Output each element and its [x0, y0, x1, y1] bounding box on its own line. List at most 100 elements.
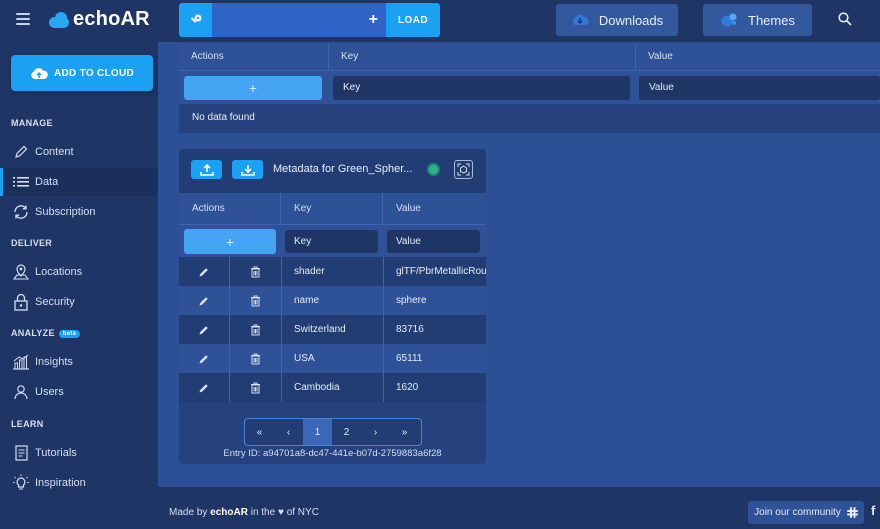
sidebar-item-inspiration[interactable]: Inspiration	[0, 469, 158, 497]
sidebar-item-security[interactable]: Security	[0, 288, 158, 316]
cell-divider	[383, 344, 384, 373]
value-input[interactable]: Value	[387, 230, 480, 253]
delete-button[interactable]	[230, 286, 281, 315]
table-header: Actions Key Value	[179, 193, 486, 224]
add-to-cloud-label: ADD TO CLOUD	[53, 67, 135, 79]
edit-button[interactable]	[179, 344, 229, 373]
downloads-button[interactable]: Downloads	[556, 4, 678, 36]
delete-button[interactable]	[230, 257, 281, 286]
page-1-button[interactable]: 1	[303, 419, 332, 445]
sidebar-item-users[interactable]: Users	[0, 378, 158, 406]
footer-credit: Made by echoAR in the ♥ of NYC	[169, 507, 319, 518]
sidebar-item-insights[interactable]: Insights	[0, 348, 158, 376]
value-input[interactable]: Value	[639, 76, 880, 100]
add-to-cloud-button[interactable]: ADD TO CLOUD	[11, 55, 153, 91]
entry-id: Entry ID: a94701a8-dc47-441e-b07d-275988…	[223, 448, 442, 459]
add-entry-row: + Key Value	[179, 224, 486, 257]
edit-button[interactable]	[179, 257, 229, 286]
pencil-icon	[199, 267, 208, 276]
key-icon	[190, 14, 201, 23]
add-entry-button[interactable]: +	[184, 229, 276, 254]
last-page-button[interactable]: »	[390, 419, 419, 445]
facebook-icon[interactable]: f	[871, 503, 875, 518]
row-key: USA	[294, 353, 315, 364]
cell-divider	[383, 315, 384, 344]
delete-button[interactable]	[230, 315, 281, 344]
footer-brand: echoAR	[210, 507, 248, 518]
cell-divider	[281, 373, 282, 402]
pencil-icon	[199, 354, 208, 363]
search-icon[interactable]	[838, 12, 852, 26]
load-button[interactable]: LOAD	[386, 3, 440, 37]
themes-button[interactable]: Themes	[703, 4, 812, 36]
cell-divider	[281, 257, 282, 286]
sidebar-item-label: Tutorials	[35, 447, 77, 459]
list-icon	[11, 173, 31, 191]
key-button[interactable]	[179, 3, 212, 37]
sidebar-item-subscription[interactable]: Subscription	[0, 198, 158, 226]
cell-divider	[281, 315, 282, 344]
sidebar-item-content[interactable]: Content	[0, 138, 158, 166]
delete-button[interactable]	[230, 344, 281, 373]
join-community-label: Join our community	[754, 507, 841, 518]
api-key-bar: + LOAD	[179, 3, 440, 37]
sidebar-item-label: Inspiration	[35, 477, 86, 489]
trash-icon	[251, 324, 260, 335]
section-analyze: ANALYZE beta	[11, 328, 81, 338]
sidebar-item-label: Locations	[35, 266, 83, 278]
sidebar-item-tutorials[interactable]: Tutorials	[0, 439, 158, 467]
first-page-button[interactable]: «	[245, 419, 274, 445]
footer-made-by: Made by	[169, 507, 208, 518]
table-row: shader glTF/PbrMetallicRou	[179, 257, 486, 286]
column-header-actions: Actions	[179, 193, 281, 224]
upload-icon	[199, 163, 214, 176]
edit-button[interactable]	[179, 373, 229, 402]
section-deliver: DELIVER	[11, 238, 53, 248]
sidebar-item-label: Content	[35, 146, 74, 158]
edit-button[interactable]	[179, 286, 229, 315]
row-value: sphere	[396, 295, 427, 306]
logo[interactable]: echoAR	[47, 8, 150, 31]
section-analyze-label: ANALYZE	[11, 328, 55, 338]
pencil-icon	[199, 383, 208, 392]
row-key: name	[294, 295, 320, 306]
cell-divider	[383, 286, 384, 315]
next-page-button[interactable]: ›	[361, 419, 390, 445]
download-button[interactable]	[232, 160, 263, 179]
add-key-icon[interactable]: +	[369, 11, 378, 29]
sidebar-item-label: Security	[35, 296, 75, 308]
previous-page-button[interactable]: ‹	[274, 419, 303, 445]
key-input[interactable]: Key	[333, 76, 630, 100]
logo-text: echoAR	[73, 8, 150, 30]
column-header-key: Key	[281, 193, 383, 224]
upload-button[interactable]	[191, 160, 222, 179]
top-header: echoAR + LOAD Downloads Themes	[0, 0, 880, 42]
delete-button[interactable]	[230, 373, 281, 402]
hamburger-menu-icon[interactable]	[16, 13, 30, 25]
card-header: Metadata for Green_Spher...	[179, 149, 486, 193]
section-learn: LEARN	[11, 419, 44, 429]
table-row: name sphere	[179, 286, 486, 315]
key-input[interactable]: Key	[285, 230, 378, 253]
cloud-download-icon	[572, 14, 589, 25]
table-row: USA 65111	[179, 344, 486, 373]
add-entry-button[interactable]: +	[184, 76, 322, 100]
empty-state-text: No data found	[192, 112, 255, 123]
column-header-value: Value	[648, 51, 673, 62]
sidebar-item-data[interactable]: Data	[0, 168, 158, 196]
column-header-value: Value	[396, 203, 421, 214]
section-manage: MANAGE	[11, 118, 53, 128]
page-2-button[interactable]: 2	[332, 419, 361, 445]
sidebar-item-locations[interactable]: Locations	[0, 258, 158, 286]
edit-button[interactable]	[179, 315, 229, 344]
join-community-button[interactable]: Join our community	[748, 501, 864, 524]
qr-code-button[interactable]	[454, 160, 473, 179]
column-header-actions: Actions	[179, 44, 329, 70]
api-key-input[interactable]: +	[212, 3, 386, 37]
pencil-icon	[199, 325, 208, 334]
row-key: Cambodia	[294, 382, 340, 393]
global-metadata-table: Actions Key Value + Key Value No data fo…	[179, 44, 880, 133]
row-value: 83716	[396, 324, 424, 335]
document-icon	[11, 444, 31, 462]
row-key: shader	[294, 266, 325, 277]
